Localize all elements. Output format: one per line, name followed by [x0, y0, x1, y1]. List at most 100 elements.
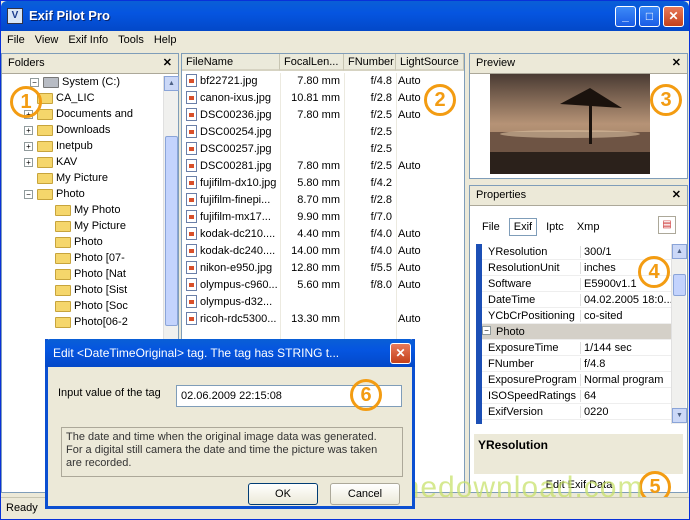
tree-item-label: CA_LIC — [56, 92, 95, 104]
tree-item[interactable]: My Picture — [6, 220, 164, 236]
preview-pane: Preview ✕ 3 — [469, 53, 688, 179]
properties-scrollbar[interactable]: ▲ ▼ — [671, 244, 687, 424]
tab-xmp[interactable]: Xmp — [573, 219, 604, 235]
column-focal-length[interactable]: FocalLen... — [280, 54, 344, 71]
tree-item[interactable]: My Picture — [6, 172, 164, 188]
file-cell: f/2.5 — [370, 160, 392, 172]
preview-title: Preview — [476, 57, 516, 69]
tree-item[interactable]: + Downloads — [6, 124, 164, 140]
folders-header: Folders ✕ — [2, 54, 178, 74]
export-icon[interactable]: ▤ — [658, 216, 676, 234]
column-light-source[interactable]: LightSource — [396, 54, 464, 71]
menu-exif-info[interactable]: Exif Info — [62, 31, 112, 46]
property-key: FNumber — [488, 358, 534, 370]
ok-button[interactable]: OK — [248, 483, 318, 505]
preview-close-icon[interactable]: ✕ — [672, 56, 681, 69]
folders-close-icon[interactable]: ✕ — [163, 56, 172, 69]
property-row[interactable]: ExposureTime 1/144 sec — [482, 340, 671, 356]
menu-help[interactable]: Help — [148, 31, 181, 46]
tree-item[interactable]: + Inetpub — [6, 140, 164, 156]
file-row[interactable]: fujifilm-dx10.jpg 5.80 mm f/4.2 — [182, 175, 464, 192]
tab-iptc[interactable]: Iptc — [542, 219, 568, 235]
property-row[interactable]: FNumber f/4.8 — [482, 356, 671, 372]
property-value: 64 — [580, 390, 671, 402]
cancel-button[interactable]: Cancel — [330, 483, 400, 505]
property-value: f/4.8 — [580, 358, 671, 370]
tree-item-label: Documents and — [56, 108, 134, 120]
file-cell: 7.80 mm — [297, 75, 340, 87]
file-cell: olympus-d32... — [200, 296, 273, 308]
tree-item-label: KAV — [56, 156, 78, 168]
file-cell: 5.80 mm — [297, 177, 340, 189]
image-file-icon — [186, 108, 197, 121]
tab-exif[interactable]: Exif — [508, 218, 538, 236]
dialog-close-button[interactable]: ✕ — [390, 343, 411, 364]
properties-close-icon[interactable]: ✕ — [672, 188, 681, 201]
property-group[interactable]: − Photo — [482, 324, 671, 340]
property-row[interactable]: YCbCrPositioning co-sited — [482, 308, 671, 324]
tree-item[interactable]: Photo [07- — [6, 252, 164, 268]
file-row[interactable]: kodak-dc240.... 14.00 mm f/4.0 Auto — [182, 243, 464, 260]
expand-icon[interactable]: + — [24, 141, 33, 151]
folder-icon — [55, 252, 71, 264]
column-filename[interactable]: FileName — [182, 54, 280, 71]
file-row[interactable]: kodak-dc210.... 4.40 mm f/4.0 Auto — [182, 226, 464, 243]
file-row[interactable]: bf22721.jpg 7.80 mm f/4.8 Auto — [182, 73, 464, 90]
property-row[interactable]: ISOSpeedRatings 64 — [482, 388, 671, 404]
tree-item[interactable]: My Photo — [6, 204, 164, 220]
callout-3: 3 — [650, 84, 682, 116]
properties-title: Properties — [476, 189, 527, 201]
tree-item[interactable]: Photo[06-2 — [6, 316, 164, 332]
property-row[interactable]: ExifVersion 0220 — [482, 404, 671, 420]
maximize-button[interactable]: □ — [639, 6, 660, 27]
file-cell: Auto — [398, 262, 421, 274]
property-row[interactable]: ExposureProgram Normal program — [482, 372, 671, 388]
collapse-icon[interactable]: − — [30, 77, 39, 87]
menu-file[interactable]: File — [1, 31, 29, 46]
property-key: ISOSpeedRatings — [488, 390, 576, 402]
property-key: YResolution — [488, 246, 548, 258]
property-row[interactable]: YResolution 300/1 — [482, 244, 671, 260]
file-cell: f/7.0 — [370, 211, 392, 223]
minimize-button[interactable]: _ — [615, 6, 636, 27]
file-row[interactable]: DSC00236.jpg 7.80 mm f/2.5 Auto — [182, 107, 464, 124]
props-scroll-down-icon[interactable]: ▼ — [672, 408, 687, 423]
file-cell: canon-ixus.jpg — [200, 92, 271, 104]
close-button[interactable]: ✕ — [663, 6, 684, 27]
tree-item[interactable]: Photo [Soc — [6, 300, 164, 316]
file-row[interactable]: DSC00254.jpg f/2.5 — [182, 124, 464, 141]
file-row[interactable]: DSC00281.jpg 7.80 mm f/2.5 Auto — [182, 158, 464, 175]
scroll-up-icon[interactable]: ▲ — [164, 76, 179, 91]
menu-view[interactable]: View — [29, 31, 63, 46]
file-cell: kodak-dc210.... — [200, 228, 276, 240]
tree-item[interactable]: Photo [Sist — [6, 284, 164, 300]
expand-icon[interactable]: + — [24, 157, 33, 167]
file-row[interactable]: fujifilm-finepi... 8.70 mm f/2.8 — [182, 192, 464, 209]
tree-item[interactable]: − Photo — [6, 188, 164, 204]
dialog-title: Edit <DateTimeOriginal> tag. The tag has… — [45, 339, 415, 367]
tab-file[interactable]: File — [478, 219, 504, 235]
window-title: Exif Pilot Pro — [29, 8, 110, 23]
property-value: Normal program — [580, 374, 671, 386]
props-scroll-thumb[interactable] — [673, 274, 686, 296]
tree-item[interactable]: Photo [Nat — [6, 268, 164, 284]
file-row[interactable]: olympus-c960... 5.60 mm f/8.0 Auto — [182, 277, 464, 294]
scroll-thumb[interactable] — [165, 136, 178, 326]
collapse-icon[interactable]: − — [482, 325, 491, 335]
file-row[interactable]: DSC00257.jpg f/2.5 — [182, 141, 464, 158]
property-row[interactable]: DateTime 04.02.2005 18:0... — [482, 292, 671, 308]
file-cell: f/2.8 — [370, 92, 392, 104]
menu-tools[interactable]: Tools — [112, 31, 148, 46]
props-scroll-up-icon[interactable]: ▲ — [672, 244, 687, 259]
file-row[interactable]: canon-ixus.jpg 10.81 mm f/2.8 Auto — [182, 90, 464, 107]
tree-item-label: Photo [Nat — [74, 268, 126, 280]
file-row[interactable]: ricoh-rdc5300... 13.30 mm Auto — [182, 311, 464, 328]
collapse-icon[interactable]: − — [24, 189, 33, 199]
column-fnumber[interactable]: FNumber — [344, 54, 396, 71]
file-row[interactable]: nikon-e950.jpg 12.80 mm f/5.5 Auto — [182, 260, 464, 277]
tree-item[interactable]: + KAV — [6, 156, 164, 172]
expand-icon[interactable]: + — [24, 125, 33, 135]
tree-item[interactable]: Photo — [6, 236, 164, 252]
file-row[interactable]: fujifilm-mx17... 9.90 mm f/7.0 — [182, 209, 464, 226]
file-row[interactable]: olympus-d32... — [182, 294, 464, 311]
